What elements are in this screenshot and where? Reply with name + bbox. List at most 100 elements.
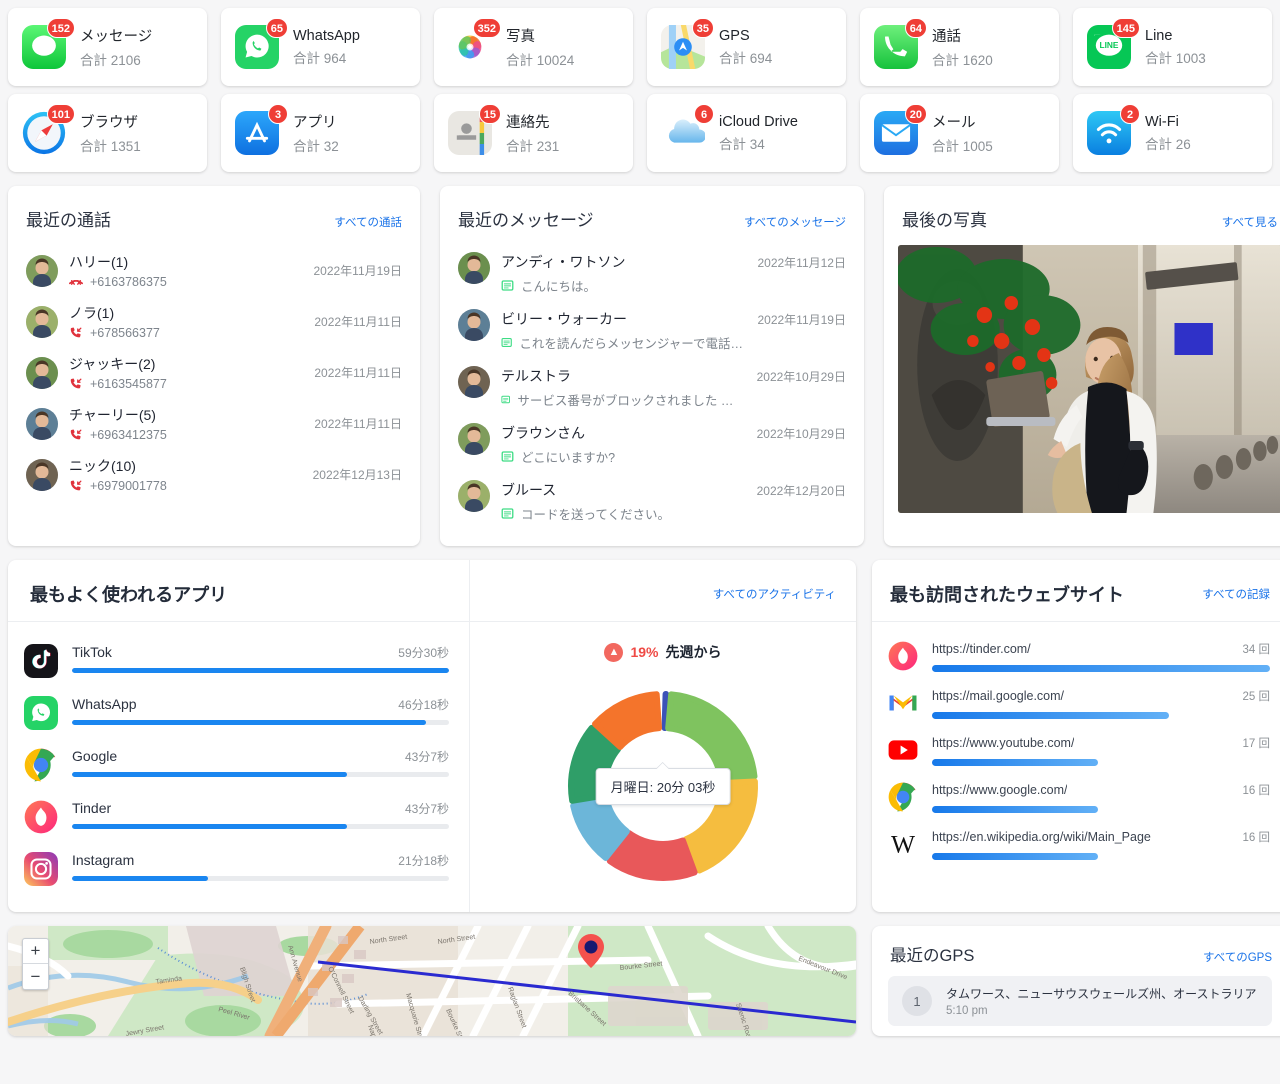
all-activity-link[interactable]: すべてのアクティビティ xyxy=(713,586,836,602)
app-usage-body: TikTok 59分30秒 xyxy=(72,644,449,673)
website-line: https://tinder.com/ 34 回 xyxy=(932,641,1270,657)
stat-tile[interactable]: 64 通話 合計 1620 xyxy=(860,8,1059,86)
stat-tile[interactable]: 352 写真 合計 10024 xyxy=(434,8,633,86)
call-date: 2022年11月11日 xyxy=(314,366,402,380)
app-usage-line: Tinder 43分7秒 xyxy=(72,800,449,817)
view-all-photos-link[interactable]: すべて見る xyxy=(1222,214,1278,230)
weekly-activity-donut-chart[interactable]: 月曜日: 20分 03秒 xyxy=(557,680,769,892)
tile-icon-wrap: 15 xyxy=(448,104,501,155)
website-url[interactable]: https://www.youtube.com/ xyxy=(932,736,1074,750)
stat-tile[interactable]: LINE 145 Line 合計 1003 xyxy=(1073,8,1272,86)
recent-messages-list: アンディ・ワトソン こんにちは。 2022年11月12日 ビリー・ウォーカー こ… xyxy=(440,245,864,546)
stat-tile[interactable]: 6 iCloud Drive 合計 34 xyxy=(647,94,846,172)
all-history-link[interactable]: すべての記録 xyxy=(1202,586,1270,602)
website-item[interactable]: https://www.google.com/ 16 回 xyxy=(888,775,1270,822)
stat-tile[interactable]: 15 連絡先 合計 231 xyxy=(434,94,633,172)
website-track xyxy=(932,806,1270,813)
map-svg: Jewry Street Taminda Peel River Bligh St… xyxy=(8,926,856,1036)
map-zoom-controls[interactable]: + − xyxy=(22,938,49,990)
arrow-up-icon: ▲ xyxy=(604,642,624,662)
message-list-item[interactable]: テルストラ サービス番号がブロックされました サービス番号がブ… 2022年10… xyxy=(454,359,850,416)
app-usage-item[interactable]: Google 43分7秒 xyxy=(24,740,449,792)
map-zoom-out-button[interactable]: − xyxy=(23,964,48,989)
tile-name: 写真 xyxy=(506,29,535,45)
activity-row: 最もよく使われるアプリ TikTok 59分30秒 WhatsApp 46分18… xyxy=(8,560,1280,912)
message-list-item[interactable]: ブルース コードを送ってください。 2022年12月20日 xyxy=(454,473,850,530)
app-usage-line: Instagram 21分18秒 xyxy=(72,852,449,869)
avatar xyxy=(26,254,58,287)
website-line: https://www.google.com/ 16 回 xyxy=(932,782,1270,798)
website-item[interactable]: W https://en.wikipedia.org/wiki/Main_Pag… xyxy=(888,822,1270,869)
message-list-item[interactable]: アンディ・ワトソン こんにちは。 2022年11月12日 xyxy=(454,245,850,302)
all-calls-link[interactable]: すべての通話 xyxy=(334,214,402,230)
stat-tile[interactable]: 101 ブラウザ 合計 1351 xyxy=(8,94,207,172)
app-usage-item[interactable]: Instagram 21分18秒 xyxy=(24,844,449,896)
message-bubble-icon xyxy=(501,451,514,462)
message-list-item[interactable]: ブラウンさん どこにいますか? 2022年10月29日 xyxy=(454,416,850,473)
incoming-call-icon xyxy=(70,480,82,491)
last-photo-image[interactable] xyxy=(898,245,1280,513)
website-item[interactable]: https://www.youtube.com/ 17 回 xyxy=(888,728,1270,775)
map-tiles[interactable]: Jewry Street Taminda Peel River Bligh St… xyxy=(8,926,856,1036)
gps-list-item[interactable]: 1 タムワース、ニューサウスウェールズ州、オーストラリア 5:10 pm xyxy=(888,976,1272,1026)
website-url[interactable]: https://mail.google.com/ xyxy=(932,689,1064,703)
message-bubble-icon xyxy=(501,280,514,291)
website-url[interactable]: https://en.wikipedia.org/wiki/Main_Page xyxy=(932,830,1151,844)
app-usage-item[interactable]: TikTok 59分30秒 xyxy=(24,636,449,688)
app-duration: 43分7秒 xyxy=(404,802,449,816)
call-list-item[interactable]: ジャッキー(2) +6163545877 2022年11月11日 xyxy=(22,347,406,398)
app-usage-track xyxy=(72,824,449,829)
call-date: 2022年12月13日 xyxy=(312,468,402,482)
last-photo-panel: 最後の写真 すべて見る xyxy=(884,186,1280,546)
avatar xyxy=(458,366,490,398)
stat-tile[interactable]: 35 GPS 合計 694 xyxy=(647,8,846,86)
call-list-item[interactable]: ニック(10) +6979001778 2022年12月13日 xyxy=(22,449,406,500)
dashboard-page: 152 メッセージ 合計 2106 65 WhatsApp 合計 964 352… xyxy=(0,0,1280,1084)
tile-badge: 6 xyxy=(694,104,714,124)
map-zoom-in-button[interactable]: + xyxy=(23,939,48,964)
stat-tile[interactable]: 2 Wi-Fi 合計 26 xyxy=(1073,94,1272,172)
all-messages-link[interactable]: すべてのメッセージ xyxy=(744,214,846,230)
app-usage-line: WhatsApp 46分18秒 xyxy=(72,696,449,713)
call-list-item[interactable]: ノラ(1) +678566377 2022年11月11日 xyxy=(22,296,406,347)
website-track xyxy=(932,853,1270,860)
gps-details: タムワース、ニューサウスウェールズ州、オーストラリア 5:10 pm xyxy=(946,985,1257,1017)
avatar xyxy=(26,305,58,338)
svg-text:LINE: LINE xyxy=(1099,40,1118,50)
app-usage-body: Tinder 43分7秒 xyxy=(72,800,449,829)
website-item[interactable]: https://tinder.com/ 34 回 xyxy=(888,634,1270,681)
call-number: +6163545877 xyxy=(90,377,167,391)
tile-total: 合計 1003 xyxy=(1145,50,1206,66)
map-panel[interactable]: Jewry Street Taminda Peel River Bligh St… xyxy=(8,926,856,1036)
apps-left-column: 最もよく使われるアプリ TikTok 59分30秒 WhatsApp 46分18… xyxy=(8,560,470,912)
call-date: 2022年11月11日 xyxy=(314,315,402,329)
stat-tile[interactable]: 20 メール 合計 1005 xyxy=(860,94,1059,172)
stat-tile[interactable]: 3 アプリ 合計 32 xyxy=(221,94,420,172)
message-list-item[interactable]: ビリー・ウォーカー これを読んだらメッセンジャーで電話してね。 2022年11月… xyxy=(454,302,850,359)
call-list-item[interactable]: ハリー(1) +6163786375 2022年11月19日 xyxy=(22,245,406,296)
tile-badge: 20 xyxy=(904,104,927,124)
stat-tile[interactable]: 65 WhatsApp 合計 964 xyxy=(221,8,420,86)
stat-tile[interactable]: 152 メッセージ 合計 2106 xyxy=(8,8,1069,449)
website-url[interactable]: https://tinder.com/ xyxy=(932,642,1031,656)
app-usage-item[interactable]: Tinder 43分7秒 xyxy=(24,792,449,844)
website-item[interactable]: https://mail.google.com/ 25 回 xyxy=(888,681,1270,728)
avatar-image xyxy=(26,305,58,338)
activity-delta-label: 先週から xyxy=(665,644,722,660)
message-preview: こんにちは。 xyxy=(501,276,746,295)
tile-icon-wrap: 6 xyxy=(661,104,714,155)
apps-right-column: すべてのアクティビティ ▲ 19% 先週から 月曜日: 20分 03秒 xyxy=(470,560,856,912)
website-url[interactable]: https://www.google.com/ xyxy=(932,783,1067,797)
tile-icon-wrap: 352 xyxy=(448,18,501,69)
avatar-image xyxy=(458,309,490,341)
map-location-pin[interactable] xyxy=(578,934,604,968)
avatar xyxy=(458,423,490,455)
app-usage-item[interactable]: WhatsApp 46分18秒 xyxy=(24,688,449,740)
gps-list: 1 タムワース、ニューサウスウェールズ州、オーストラリア 5:10 pm xyxy=(872,976,1280,1026)
call-list-item[interactable]: チャーリー(5) +6963412375 2022年11月11日 xyxy=(22,398,406,449)
avatar-image xyxy=(458,252,490,284)
recent-gps-title: 最近のGPS xyxy=(890,947,975,965)
avatar-image xyxy=(26,458,58,491)
website-icon xyxy=(888,782,918,812)
all-gps-link[interactable]: すべてのGPS xyxy=(1203,949,1272,965)
